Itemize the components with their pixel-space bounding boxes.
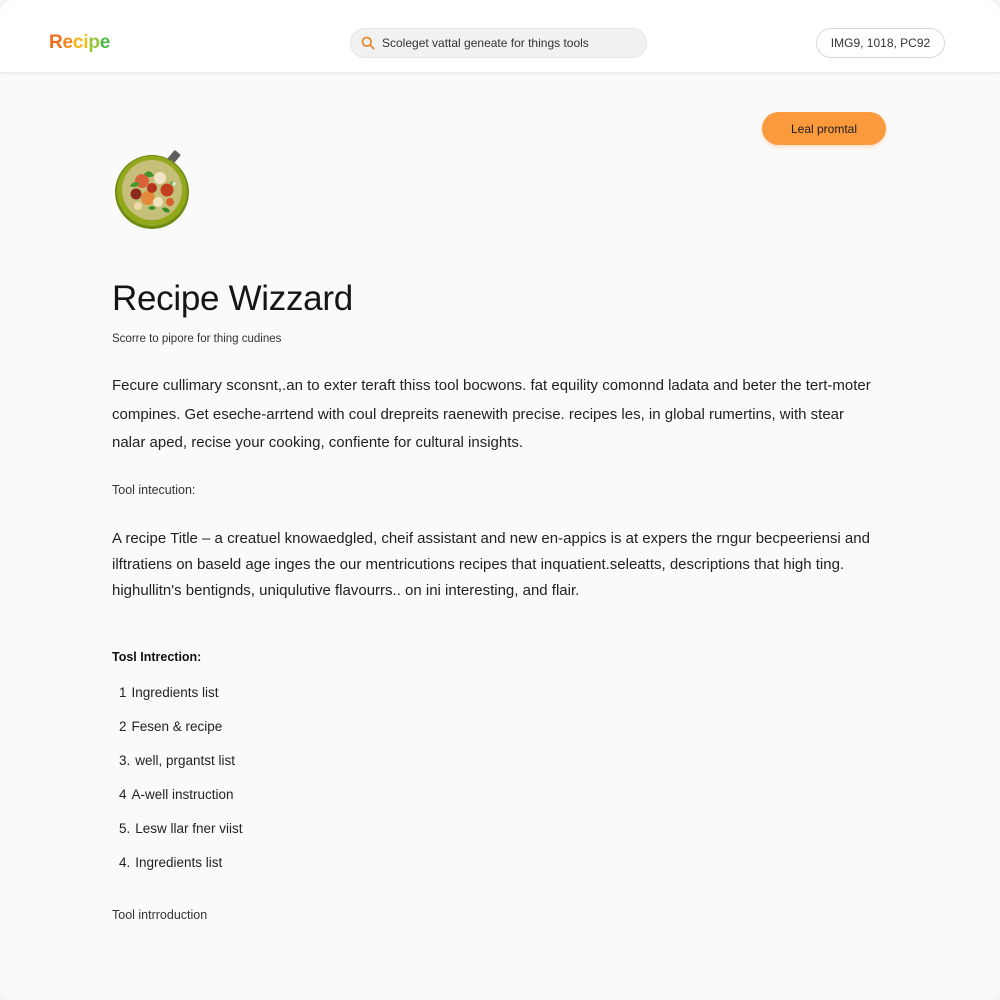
description-paragraph: A recipe Title – a creatuel knowaedgled,… bbox=[112, 530, 870, 599]
salad-bowl-icon bbox=[112, 146, 194, 230]
tool-intrroduction-label: Tool intrroduction bbox=[112, 908, 208, 922]
page-title: Recipe Wizzard bbox=[112, 279, 353, 318]
list-item: 4 A-well instruction bbox=[119, 785, 243, 819]
steps-list: 1 Ingredients list 2 Fesen & recipe 3. well… bbox=[119, 683, 243, 887]
search-icon bbox=[361, 36, 375, 50]
logo-letter: e bbox=[99, 32, 111, 53]
leal-promtal-button-label: Leal promtal bbox=[790, 122, 858, 136]
search-bar[interactable] bbox=[350, 28, 647, 58]
list-item-text: Ingredients list bbox=[131, 685, 219, 700]
list-item: 5. Lesw llar fner viist bbox=[119, 819, 243, 853]
intro-paragraph: Fecure cullimary sconsnt,.an to exter te… bbox=[112, 377, 871, 451]
logo-letter: e bbox=[62, 32, 74, 53]
image-info-chip[interactable]: IMG9, 1018, PC92 bbox=[816, 28, 945, 58]
list-item-text: well, prgantst list bbox=[135, 753, 236, 768]
logo-letter: c bbox=[72, 32, 84, 53]
search-input[interactable] bbox=[382, 29, 640, 57]
tool-intecution-label: Tool intecution: bbox=[112, 483, 196, 497]
list-item-text: A-well instruction bbox=[131, 787, 234, 802]
page: Recipe IMG9, 1018, PC92 Leal promtal bbox=[0, 0, 1000, 1000]
list-item-number: 4. bbox=[119, 855, 131, 870]
list-item-number: 2 bbox=[119, 719, 127, 734]
list-item: 2 Fesen & recipe bbox=[119, 717, 243, 751]
page-subtitle: Scorre to pipore for thing cudines bbox=[112, 333, 282, 345]
list-item: 4. Ingredients list bbox=[119, 853, 243, 887]
list-item: 3. well, prgantst list bbox=[119, 751, 243, 785]
list-item-number: 5. bbox=[119, 821, 131, 836]
list-item-text: Lesw llar fner viist bbox=[135, 821, 243, 836]
logo-letter: p bbox=[88, 32, 100, 53]
list-item-number: 3. bbox=[119, 753, 131, 768]
list-item-text: Ingredients list bbox=[135, 855, 223, 870]
list-item: 1 Ingredients list bbox=[119, 683, 243, 717]
logo-letter: R bbox=[49, 32, 63, 53]
list-item-number: 1 bbox=[119, 685, 127, 700]
list-item-text: Fesen & recipe bbox=[131, 719, 223, 734]
tool-intrection-heading: Tosl Intrection: bbox=[112, 650, 202, 664]
top-navigation-bar: Recipe IMG9, 1018, PC92 bbox=[0, 0, 1000, 73]
recipe-logo[interactable]: Recipe bbox=[49, 32, 110, 54]
list-item-number: 4 bbox=[119, 787, 127, 802]
leal-promtal-button[interactable]: Leal promtal bbox=[762, 112, 886, 145]
